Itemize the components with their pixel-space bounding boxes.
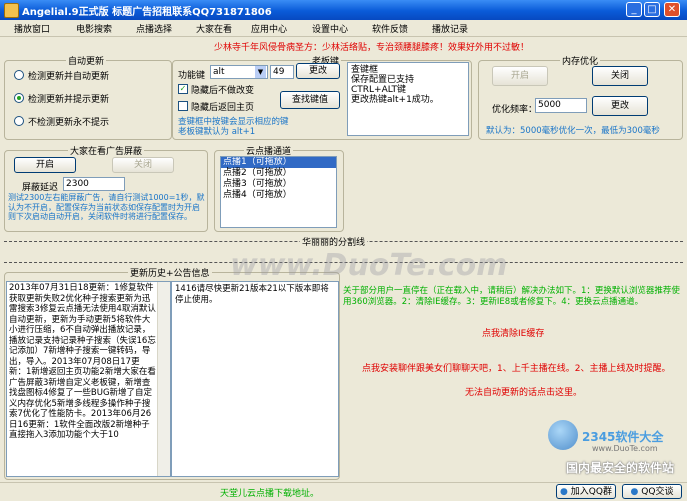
title-bar: Angelial.9正式版 标题广告招租联系QQ731871806 _ □ ✕	[0, 0, 687, 20]
delay-input[interactable]: 2300	[63, 177, 125, 191]
window-title: Angelial.9正式版 标题广告招租联系QQ731871806	[22, 7, 272, 18]
channel-item[interactable]: 点播3（可拖放）	[223, 179, 292, 190]
hotkey-label: 功能键	[178, 71, 206, 81]
watermark-logo-icon	[548, 420, 578, 450]
history-text: 2013年07月31日18更新：1修复软件获取更新失败2优化种子搜索更新为迅雷搜…	[9, 283, 156, 440]
app-icon	[4, 3, 19, 18]
channel-item[interactable]: 点播1（可拖放）	[221, 157, 336, 168]
find-key-button[interactable]: 查找键值	[280, 91, 340, 109]
watermark-center: www.DuoTe.com	[230, 248, 508, 283]
memory-close-button[interactable]: 关闭	[592, 66, 648, 86]
key-log-line: CTRL+ALT键	[351, 85, 407, 95]
return-home-label: 隐藏后返回主页	[191, 103, 255, 113]
menu-vod-select[interactable]: 点播选择	[136, 22, 172, 35]
radio-no-update[interactable]	[14, 116, 24, 126]
download-link[interactable]: 天堂儿云点播下载地址。	[220, 486, 319, 499]
notice-text: 1416请尽快更新21版本21以下版本即将停止使用。	[175, 284, 329, 305]
join-qq-group-button[interactable]: ● 加入QQ群	[556, 484, 616, 499]
auto-update-title: 自动更新	[66, 54, 107, 67]
menu-play-window[interactable]: 播放窗口	[14, 22, 50, 35]
menu-movie-search[interactable]: 电影搜索	[76, 22, 112, 35]
menu-settings-center[interactable]: 设置中心	[312, 22, 348, 35]
ad-block-title: 大家在看广告屏蔽	[68, 144, 145, 157]
status-bar: 天堂儿云点播下载地址。 ● 加入QQ群 ● QQ交谈	[0, 482, 687, 501]
menu-bar: 播放窗口 电影搜索 点播选择 大家在看 应用中心 设置中心 软件反馈 播放记录	[0, 20, 687, 37]
loading-fix-tip: 关于部分用户一直停在（正在载入中，请稍后）解决办法如下。1：更换默认浏览器推荐使…	[343, 286, 680, 307]
key-log-line: 查键框	[351, 65, 379, 75]
return-home-checkbox[interactable]	[178, 101, 188, 111]
ad-block-close-button[interactable]: 关闭	[112, 157, 174, 173]
history-memo[interactable]: 2013年07月31日18更新：1修复软件获取更新失败2优化种子搜索更新为迅雷搜…	[6, 281, 171, 477]
qq-chat-label: QQ交谈	[641, 487, 674, 497]
memory-start-button[interactable]: 开启	[492, 66, 548, 86]
modifier-value: alt	[213, 67, 225, 77]
ad-block-start-button[interactable]: 开启	[14, 157, 76, 173]
menu-everyone-watching[interactable]: 大家在看	[196, 22, 232, 35]
auto-update-option-3[interactable]: 不检测更新永不提示	[28, 115, 109, 128]
notice-memo[interactable]: 1416请尽快更新21版本21以下版本即将停止使用。	[171, 281, 339, 477]
auto-update-option-2[interactable]: 检测更新并提示更新	[28, 92, 109, 105]
manual-update-link[interactable]: 无法自动更新的话点击这里。	[465, 385, 582, 398]
channel-item[interactable]: 点播4（可拖放）	[223, 190, 292, 201]
radio-prompt-update[interactable]	[14, 93, 24, 103]
key-log-memo[interactable]: 查键框 保存配置已支持 CTRL+ALT键 更改热键alt+1成功。	[347, 62, 469, 136]
history-title: 更新历史+公告信息	[128, 266, 212, 279]
boss-key-change-button[interactable]: 更改	[296, 63, 340, 79]
chat-install-link[interactable]: 点我安装聊伴跟美女们聊聊天吧，1、上千主播在线。2、主播上线及时提醒。	[362, 361, 670, 374]
divider-label: 华丽丽的分割线	[300, 235, 368, 248]
memory-change-button[interactable]: 更改	[592, 96, 648, 116]
freq-label: 优化频率：	[492, 105, 538, 115]
close-button[interactable]: ✕	[664, 2, 680, 17]
maximize-button[interactable]: □	[644, 2, 660, 17]
modifier-select[interactable]: alt ▼	[210, 65, 268, 79]
radio-auto-update[interactable]	[14, 70, 24, 80]
join-qq-group-label: 加入QQ群	[570, 487, 612, 497]
minimize-button[interactable]: _	[626, 2, 642, 17]
chevron-down-icon[interactable]: ▼	[255, 66, 266, 78]
menu-play-history[interactable]: 播放记录	[432, 22, 468, 35]
hide-unchanged-checkbox[interactable]: ✓	[178, 84, 188, 94]
menu-app-center[interactable]: 应用中心	[251, 22, 287, 35]
qq-chat-button[interactable]: ● QQ交谈	[622, 484, 682, 499]
ad-block-note: 测试2300左右能屏蔽广告，请自行测试1000=1秒，默认为不开启，配置保存为当…	[8, 193, 205, 221]
auto-update-option-1[interactable]: 检测更新并自动更新	[28, 69, 109, 82]
delay-label: 屏蔽延迟	[22, 183, 59, 193]
menu-feedback[interactable]: 软件反馈	[372, 22, 408, 35]
channel-item[interactable]: 点播2（可拖放）	[223, 168, 292, 179]
hide-unchanged-label: 隐藏后不做改变	[191, 86, 255, 96]
watermark-logo: 2345软件大全	[582, 430, 664, 444]
memory-note: 默认为：5000毫秒优化一次，最低为300毫秒	[486, 126, 660, 136]
qq-chat-icon: ●	[630, 487, 639, 497]
key-log-line: 保存配置已支持	[351, 75, 415, 85]
key-log-line: 更改热键alt+1成功。	[351, 95, 439, 105]
watermark-url: www.DuoTe.com	[592, 444, 658, 453]
watermark-slogan: 国内最安全的软件站	[566, 461, 675, 475]
freq-input[interactable]: 5000	[535, 98, 587, 113]
key-value-field[interactable]: 49	[270, 65, 294, 79]
channel-list[interactable]: 点播1（可拖放） 点播2（可拖放） 点播3（可拖放） 点播4（可拖放）	[220, 156, 337, 228]
qq-group-icon: ●	[560, 487, 568, 497]
clear-ie-cache-link[interactable]: 点我清除IE缓存	[482, 326, 544, 339]
boss-key-hint: 查键框中按键会显示相应的键 老板键默认为 alt+1	[178, 117, 289, 137]
ad-banner[interactable]: 少林寺千年风侵骨病圣方：少林活络贴，专治颈腰腿膝疼！效果好外用不过敏！	[214, 40, 529, 53]
history-scrollbar[interactable]	[157, 282, 170, 476]
